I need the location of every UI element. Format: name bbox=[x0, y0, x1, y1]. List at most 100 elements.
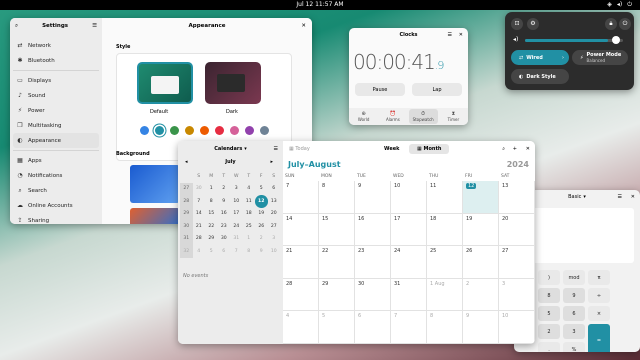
mini-day[interactable]: 16 bbox=[218, 208, 231, 221]
tab-stopwatch[interactable]: ⏱ Stopwatch bbox=[408, 109, 438, 124]
mini-day[interactable]: 2 bbox=[255, 233, 268, 246]
mini-day[interactable]: 13 bbox=[268, 195, 281, 208]
clock[interactable]: Jul 12 11:57 AM bbox=[0, 0, 640, 10]
accent-swatch[interactable] bbox=[185, 126, 194, 135]
sidebar-item-search[interactable]: ⌕ Search bbox=[13, 183, 99, 198]
calc-button[interactable]: 9 bbox=[563, 288, 585, 303]
day-cell[interactable]: 8 bbox=[427, 311, 463, 344]
mini-day[interactable]: 10 bbox=[268, 245, 281, 258]
sidebar-item-appearance[interactable]: ◐ Appearance bbox=[13, 133, 99, 148]
mini-day[interactable]: 30 bbox=[218, 233, 231, 246]
screenshot-icon[interactable]: ⊡ bbox=[511, 18, 523, 30]
calc-button[interactable]: 8 bbox=[538, 288, 560, 303]
calc-button[interactable]: 3 bbox=[563, 324, 585, 339]
accent-swatch[interactable] bbox=[245, 126, 254, 135]
accent-swatch[interactable] bbox=[215, 126, 224, 135]
calc-button[interactable]: = bbox=[588, 324, 610, 352]
day-cell[interactable]: 24 bbox=[391, 246, 427, 279]
mini-day[interactable]: 30 bbox=[193, 183, 206, 196]
add-event-icon[interactable]: + bbox=[513, 146, 517, 152]
day-cell[interactable]: 23 bbox=[355, 246, 391, 279]
month-tab[interactable]: ▦ Month bbox=[409, 143, 450, 154]
mini-day[interactable]: 8 bbox=[243, 245, 256, 258]
background-thumb-2[interactable] bbox=[130, 208, 180, 224]
menu-icon[interactable]: ☰ bbox=[274, 146, 278, 152]
day-cell[interactable]: 25 bbox=[427, 246, 463, 279]
mini-day[interactable]: 5 bbox=[255, 183, 268, 196]
day-cell[interactable]: 30 bbox=[355, 278, 391, 312]
mini-day[interactable]: 4 bbox=[243, 183, 256, 196]
prev-month-icon[interactable]: ◂ bbox=[185, 159, 188, 165]
day-cell[interactable]: 12 bbox=[463, 181, 499, 214]
calc-button[interactable]: . bbox=[538, 342, 560, 352]
day-cell[interactable]: 4 bbox=[283, 311, 319, 344]
calc-button[interactable]: ) bbox=[538, 270, 560, 285]
mini-day[interactable]: 14 bbox=[193, 208, 206, 221]
search-icon[interactable]: ⌕ bbox=[502, 146, 505, 152]
accent-swatch[interactable] bbox=[140, 126, 149, 135]
power-off-icon[interactable]: ⏻ bbox=[619, 18, 631, 30]
mini-day[interactable]: 31 bbox=[230, 233, 243, 246]
sidebar-item-power[interactable]: ⚡ Power bbox=[13, 103, 99, 118]
sidebar-item-apps[interactable]: ▦ Apps bbox=[13, 153, 99, 168]
day-cell[interactable]: 13 bbox=[499, 181, 535, 214]
mini-day[interactable]: 15 bbox=[205, 208, 218, 221]
day-cell[interactable]: 10 bbox=[499, 311, 535, 344]
calendars-button[interactable]: Calendars bbox=[214, 146, 242, 152]
mini-day[interactable]: 10 bbox=[230, 195, 243, 208]
lap-button[interactable]: Lap bbox=[412, 83, 462, 96]
accent-swatch[interactable] bbox=[260, 126, 269, 135]
day-cell[interactable]: 5 bbox=[319, 311, 355, 344]
day-cell[interactable]: 9 bbox=[355, 181, 391, 214]
mini-day[interactable]: 26 bbox=[255, 220, 268, 233]
lock-icon[interactable]: 🔒︎ bbox=[605, 18, 617, 30]
dark-style-toggle[interactable]: ◐ Dark Style bbox=[511, 69, 569, 84]
mini-day[interactable]: 23 bbox=[218, 220, 231, 233]
calc-button[interactable]: mod bbox=[563, 270, 585, 285]
volume-slider[interactable] bbox=[525, 39, 623, 42]
close-icon[interactable]: ✕ bbox=[301, 23, 306, 29]
calc-button[interactable]: 6 bbox=[563, 306, 585, 321]
background-thumb-1[interactable] bbox=[130, 165, 180, 203]
mini-day[interactable]: 7 bbox=[193, 195, 206, 208]
mini-day[interactable]: 3 bbox=[230, 183, 243, 196]
mini-day[interactable]: 9 bbox=[218, 195, 231, 208]
volume-knob[interactable] bbox=[612, 36, 620, 44]
tab-world[interactable]: ⊕ World bbox=[349, 108, 378, 125]
day-cell[interactable]: 27 bbox=[499, 246, 535, 279]
pause-button[interactable]: Pause bbox=[355, 83, 405, 96]
day-cell[interactable]: 2 bbox=[463, 278, 499, 312]
close-icon[interactable]: ✕ bbox=[459, 32, 463, 38]
day-cell[interactable]: 10 bbox=[391, 181, 427, 214]
sidebar-item-notifications[interactable]: ◔ Notifications bbox=[13, 168, 99, 183]
sidebar-item-multitasking[interactable]: ❐ Multitasking bbox=[13, 118, 99, 133]
day-cell[interactable]: 3 bbox=[499, 278, 535, 312]
mini-day[interactable]: 27 bbox=[268, 220, 281, 233]
sidebar-item-online-accounts[interactable]: ☁ Online Accounts bbox=[13, 198, 99, 213]
mini-day[interactable]: 19 bbox=[255, 208, 268, 221]
day-cell[interactable]: 11 bbox=[427, 181, 463, 214]
mini-day[interactable]: 1 bbox=[205, 183, 218, 196]
mini-day[interactable]: 22 bbox=[205, 220, 218, 233]
mini-day[interactable]: 4 bbox=[193, 245, 206, 258]
tab-alarms[interactable]: ⏰ Alarms bbox=[378, 108, 407, 125]
search-icon[interactable]: ⌕ bbox=[15, 23, 18, 30]
mini-day[interactable]: 24 bbox=[230, 220, 243, 233]
day-cell[interactable]: 19 bbox=[463, 213, 499, 247]
mini-day[interactable]: 18 bbox=[243, 208, 256, 221]
day-cell[interactable]: 22 bbox=[319, 246, 355, 279]
week-tab[interactable]: Week bbox=[379, 144, 404, 154]
mini-day[interactable]: 5 bbox=[205, 245, 218, 258]
sidebar-item-bluetooth[interactable]: ✱ Bluetooth bbox=[13, 53, 99, 68]
day-cell[interactable]: 14 bbox=[283, 213, 319, 247]
next-month-icon[interactable]: ▸ bbox=[270, 159, 273, 165]
mini-day[interactable]: 20 bbox=[268, 208, 281, 221]
sidebar-item-network[interactable]: ⇄ Network bbox=[13, 38, 99, 53]
day-cell[interactable]: 9 bbox=[463, 311, 499, 344]
accent-swatch[interactable] bbox=[200, 126, 209, 135]
day-cell[interactable]: 28 bbox=[283, 278, 319, 312]
mini-day[interactable]: 3 bbox=[268, 233, 281, 246]
day-cell[interactable]: 26 bbox=[463, 246, 499, 279]
today-button[interactable]: ▦ Today bbox=[289, 146, 310, 152]
system-tray[interactable]: ◈ ◂) ⏻ bbox=[607, 0, 632, 10]
